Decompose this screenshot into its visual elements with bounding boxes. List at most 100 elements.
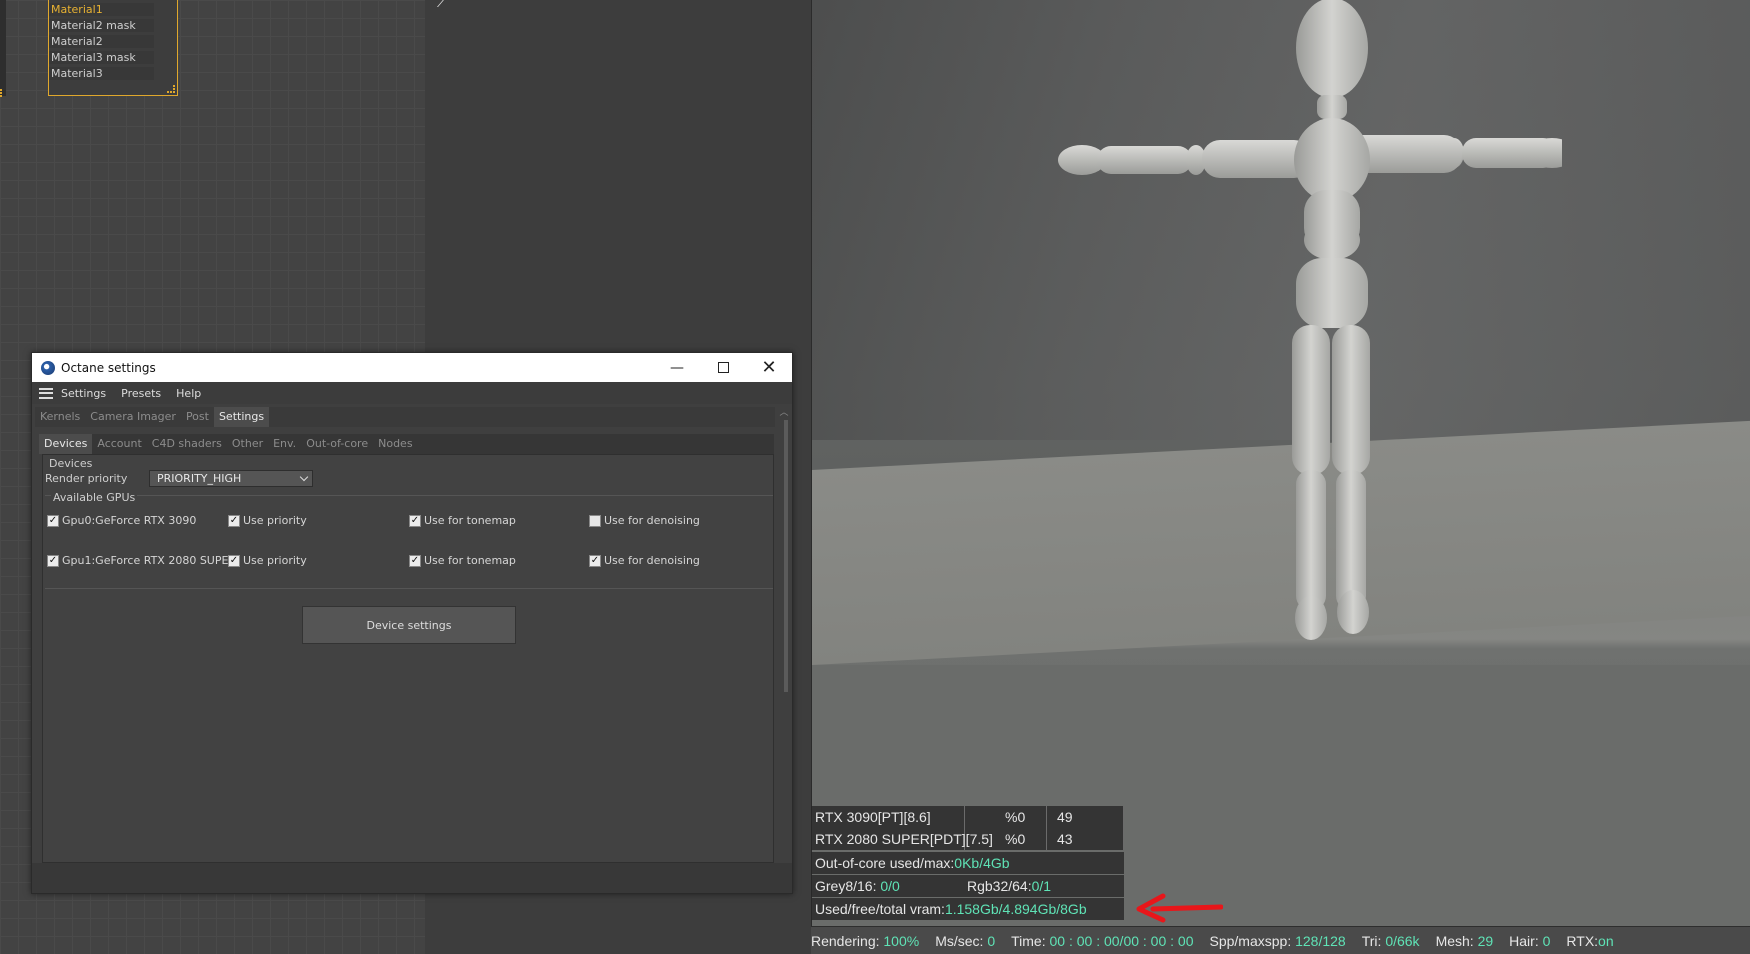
editor-side-strip: [0, 0, 6, 96]
out-of-core-label: Out-of-core used/max:: [815, 855, 955, 871]
subtab-other[interactable]: Other: [227, 434, 268, 454]
scroll-up-icon[interactable]: ︿: [779, 405, 789, 418]
scrollbar-thumb[interactable]: [784, 420, 788, 692]
use-priority-label: Use priority: [243, 514, 307, 527]
gpu1-enable-checkbox[interactable]: ✓ Gpu1:GeForce RTX 2080 SUPER: [47, 554, 236, 567]
gpu0-use-priority-checkbox[interactable]: ✓ Use priority: [228, 514, 307, 527]
render-priority-value: PRIORITY_HIGH: [157, 472, 242, 485]
gpu0-use-tonemap-checkbox[interactable]: ✓ Use for tonemap: [409, 514, 516, 527]
gpu-stat-row: RTX 2080 SUPER[PDT][7.5] %0 43: [811, 828, 1124, 850]
maximize-button[interactable]: [700, 353, 746, 382]
node-port[interactable]: Material2 mask: [49, 17, 169, 33]
time-label: Time:: [1011, 932, 1050, 949]
vram-row: Used/free/total vram: 1.158Gb/4.894Gb/8G…: [811, 898, 1124, 920]
grey-value: 0/0: [880, 878, 900, 894]
gpu0-use-denoising-checkbox[interactable]: Use for denoising: [589, 514, 700, 527]
tri-label: Tri:: [1361, 932, 1386, 949]
subtab-c4d-shaders[interactable]: C4D shaders: [147, 434, 227, 454]
checkmark-icon: ✓: [589, 554, 601, 567]
render-status-bar: Rendering: 100% Ms/sec: 0 Time: 00 : 00 …: [811, 926, 1750, 954]
time-value: 00 : 00 : 00/00 : 00 : 00: [1049, 932, 1194, 949]
use-priority-label: Use priority: [243, 554, 307, 567]
tab-kernels[interactable]: Kernels: [35, 407, 85, 427]
dialog-menubar: Settings Presets Help: [32, 382, 792, 404]
gpu0-name: Gpu0:GeForce RTX 3090: [62, 514, 197, 527]
menu-settings[interactable]: Settings: [61, 387, 106, 400]
close-icon: ✕: [761, 357, 777, 378]
gpu0-enable-checkbox[interactable]: ✓ Gpu0:GeForce RTX 3090: [47, 514, 196, 527]
cinema4d-app-icon: [41, 360, 55, 375]
gpu1-use-priority-checkbox[interactable]: ✓ Use priority: [228, 554, 307, 567]
unchecked-box-icon: [589, 514, 601, 527]
gpu1-use-denoising-checkbox[interactable]: ✓ Use for denoising: [589, 554, 700, 567]
checkmark-icon: ✓: [409, 554, 421, 567]
minimize-button[interactable]: —: [654, 353, 700, 382]
subtab-account[interactable]: Account: [92, 434, 146, 454]
rtx-value: on: [1598, 932, 1614, 949]
checkmark-icon: ✓: [47, 554, 59, 567]
gpu1-use-tonemap-checkbox[interactable]: ✓ Use for tonemap: [409, 554, 516, 567]
subtab-nodes[interactable]: Nodes: [373, 434, 417, 454]
tab-post[interactable]: Post: [181, 407, 214, 427]
rgb-label: Rgb32/64:: [967, 878, 1032, 894]
resize-grip-icon[interactable]: [167, 85, 175, 93]
subtab-devices[interactable]: Devices: [39, 434, 93, 454]
rtx-label: RTX:: [1566, 932, 1599, 949]
gpu-temp: 43: [1047, 828, 1124, 850]
rendering-value: 100%: [883, 932, 920, 949]
spp-value: 128/128: [1295, 932, 1346, 949]
node-port[interactable]: Material3: [49, 65, 169, 81]
tab-camera-imager[interactable]: Camera Imager: [85, 407, 181, 427]
close-button[interactable]: ✕: [746, 353, 792, 382]
subtab-env[interactable]: Env.: [268, 434, 301, 454]
render-priority-select[interactable]: PRIORITY_HIGH: [149, 470, 313, 487]
node-port[interactable]: Material1: [49, 1, 169, 17]
octane-settings-dialog[interactable]: Octane settings — ✕ Settings Presets Hel…: [31, 352, 793, 894]
vram-value: 1.158Gb/4.894Gb/8Gb: [944, 901, 1087, 917]
minimize-icon: —: [670, 359, 684, 376]
gpu-stat-row: RTX 3090[PT][8.6] %0 49: [811, 806, 1124, 828]
spp-label: Spp/maxspp:: [1209, 932, 1296, 949]
connection-handle[interactable]: [0, 89, 6, 97]
devices-panel: Devices Render priority PRIORITY_HIGH Av…: [42, 454, 774, 863]
gpu1-name: Gpu1:GeForce RTX 2080 SUPER: [62, 554, 237, 567]
mesh-label: Mesh:: [1435, 932, 1478, 949]
dialog-titlebar[interactable]: Octane settings — ✕: [32, 353, 792, 382]
hair-label: Hair:: [1509, 932, 1543, 949]
gpu-percent: %0: [965, 828, 1047, 850]
gpu-percent: %0: [965, 806, 1047, 828]
out-of-core-value: 0Kb/4Gb: [954, 855, 1010, 871]
tri-value: 0/66k: [1385, 932, 1420, 949]
menu-presets[interactable]: Presets: [121, 387, 161, 400]
rendering-label: Rendering:: [811, 932, 884, 949]
menu-help[interactable]: Help: [176, 387, 201, 400]
device-settings-button[interactable]: Device settings: [302, 606, 516, 644]
gpu-name: RTX 3090[PT][8.6]: [811, 806, 965, 828]
rgb-value: 0/1: [1031, 878, 1052, 894]
gpu-name: RTX 2080 SUPER[PDT][7.5]: [811, 828, 993, 850]
use-denoising-label: Use for denoising: [604, 554, 700, 567]
texture-stat-row: Grey8/16: 0/0 Rgb32/64: 0/1: [811, 875, 1124, 897]
ms-label: Ms/sec:: [935, 932, 988, 949]
render-priority-label: Render priority: [45, 472, 128, 485]
checkmark-icon: ✓: [409, 514, 421, 527]
use-denoising-label: Use for denoising: [604, 514, 700, 527]
dialog-footer: [32, 863, 792, 893]
hamburger-menu-icon[interactable]: [39, 387, 53, 399]
grey-label: Grey8/16:: [815, 878, 881, 894]
hair-value: 0: [1542, 932, 1551, 949]
checkmark-icon: ✓: [228, 514, 240, 527]
mesh-value: 29: [1477, 932, 1494, 949]
gpus-group-title: Available GPUs: [51, 491, 138, 504]
chevron-down-icon: [299, 472, 309, 482]
divider: [45, 588, 773, 589]
material-mix-node[interactable]: Material1 Material2 mask Material2 Mater…: [48, 0, 178, 96]
devices-group-title: Devices: [49, 457, 93, 470]
tab-settings[interactable]: Settings: [213, 407, 270, 427]
out-of-core-row: Out-of-core used/max: 0Kb/4Gb: [811, 852, 1124, 874]
dialog-title: Octane settings: [61, 360, 156, 375]
gpu-temp: 49: [1047, 806, 1124, 828]
subtab-out-of-core[interactable]: Out-of-core: [301, 434, 373, 454]
node-port[interactable]: Material3 mask: [49, 49, 169, 65]
node-port[interactable]: Material2: [49, 33, 169, 49]
